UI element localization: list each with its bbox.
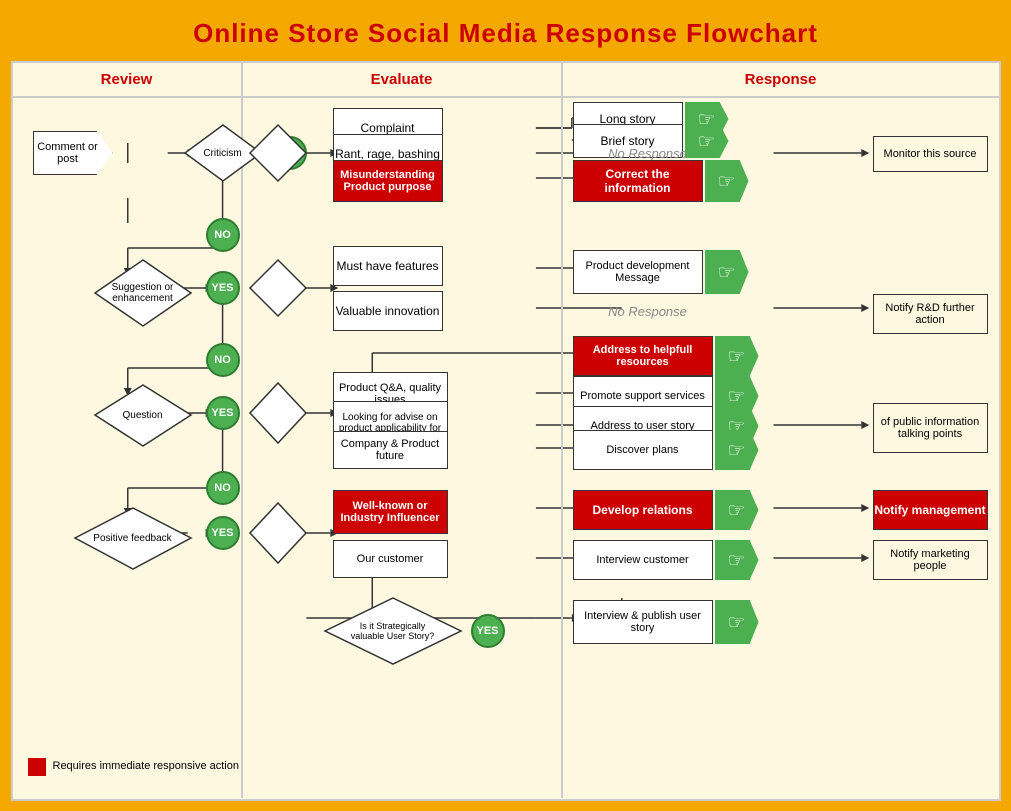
question-diamond: Question <box>93 383 193 448</box>
strategically-yes-circle: YES <box>471 614 505 648</box>
develop-relations-btn[interactable]: ☞ <box>715 490 759 530</box>
page-title: Online Store Social Media Response Flowc… <box>10 10 1001 61</box>
column-headers: Review Evaluate Response <box>13 63 999 98</box>
valuable-innovation-box: Valuable innovation <box>333 291 443 331</box>
notify-management-box: Notify management <box>873 490 988 530</box>
no-response-2-box: No Response <box>573 294 723 328</box>
company-product-box: Company & Product future <box>333 431 448 469</box>
address-helpful-btn[interactable]: ☞ <box>715 336 759 376</box>
notify-marketing-box: Notify marketing people <box>873 540 988 580</box>
positive-eval-diamond <box>248 501 308 565</box>
hand-icon: ☞ <box>728 548 746 573</box>
criticism-eval-diamond <box>248 123 308 183</box>
suggestion-eval-diamond <box>248 258 308 318</box>
notify-rd-box: Notify R&D further action <box>873 294 988 334</box>
misunderstanding-box: Misunderstanding Product purpose <box>333 160 443 202</box>
suggestion-diamond: Suggestion or enhancement <box>93 258 193 328</box>
discover-plans-box: Discover plans <box>573 430 713 470</box>
develop-relations-box: Develop relations <box>573 490 713 530</box>
interview-publish-btn[interactable]: ☞ <box>715 600 759 644</box>
legend-label: Requires immediate responsive action <box>53 760 239 772</box>
review-column: Comment or post Criticism YES NO <box>13 98 243 798</box>
header-review: Review <box>13 63 243 96</box>
flowchart-body: Comment or post Criticism YES NO <box>13 98 999 798</box>
suggestion-no-circle: NO <box>206 343 240 377</box>
positive-yes-circle: YES <box>206 516 240 550</box>
question-eval-diamond <box>248 381 308 445</box>
flowchart-area: Review Evaluate Response <box>11 61 1001 801</box>
correct-info-box: Correct the information <box>573 160 703 202</box>
criticism-no-circle: NO <box>206 218 240 252</box>
product-dev-box: Product development Message <box>573 250 703 294</box>
interview-publish-box: Interview & publish user story <box>573 600 713 644</box>
product-dev-btn[interactable]: ☞ <box>705 250 749 294</box>
question-no-circle: NO <box>206 471 240 505</box>
hand-icon: ☞ <box>728 498 746 523</box>
response-column: Long story ☞ Brief story ☞ No Response <box>563 98 999 798</box>
interview-customer-btn[interactable]: ☞ <box>715 540 759 580</box>
question-yes-circle: YES <box>206 396 240 430</box>
our-customer-box: Our customer <box>333 540 448 578</box>
hand-icon: ☞ <box>728 438 746 463</box>
main-container: Online Store Social Media Response Flowc… <box>0 0 1011 811</box>
hand-icon: ☞ <box>728 384 746 409</box>
header-evaluate: Evaluate <box>243 63 563 96</box>
monitor-source-box: Monitor this source <box>873 136 988 172</box>
header-response: Response <box>563 63 999 96</box>
suggestion-yes-circle: YES <box>206 271 240 305</box>
hand-icon: ☞ <box>728 610 746 635</box>
interview-customer-box: Interview customer <box>573 540 713 580</box>
hand-icon: ☞ <box>728 344 746 369</box>
address-helpful-box: Address to helpfull resources <box>573 336 713 376</box>
evaluate-column: Complaint Rant, rage, bashing Misunderst… <box>243 98 563 798</box>
comment-post-shape: Comment or post <box>33 131 113 175</box>
correct-info-btn[interactable]: ☞ <box>705 160 749 202</box>
legend-red-box <box>28 758 46 776</box>
hand-icon: ☞ <box>718 169 736 194</box>
must-have-box: Must have features <box>333 246 443 286</box>
hand-icon: ☞ <box>718 260 736 285</box>
discover-plans-btn[interactable]: ☞ <box>715 430 759 470</box>
positive-feedback-diamond: Positive feedback <box>73 506 193 571</box>
list-public-box: of public information talking points <box>873 403 988 453</box>
well-known-box: Well-known or Industry Influencer <box>333 490 448 534</box>
strategically-diamond: Is it Strategically valuable User Story? <box>323 596 463 666</box>
